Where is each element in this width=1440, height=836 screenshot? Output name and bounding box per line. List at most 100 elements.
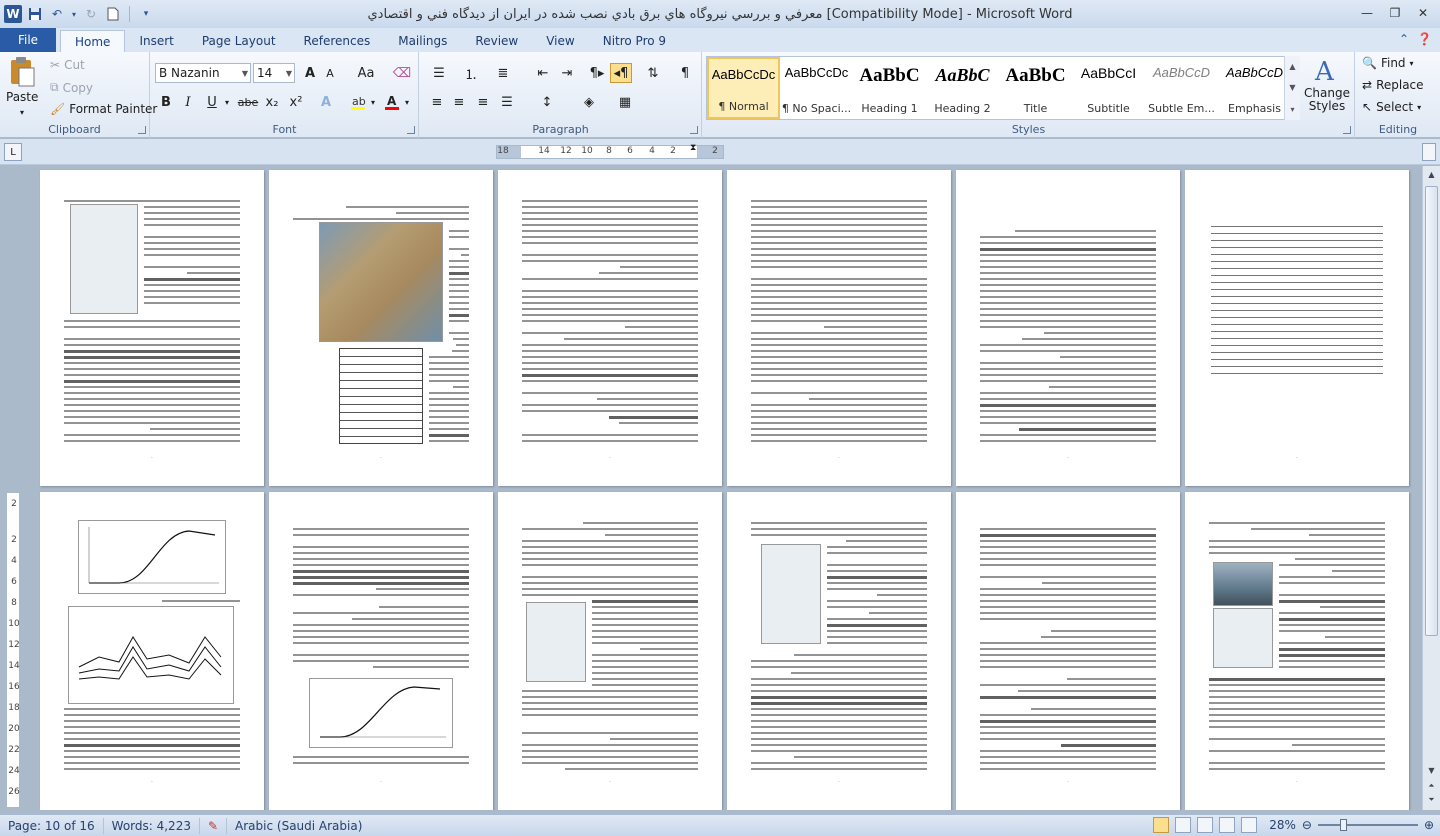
cut-button[interactable]: ✂ Cut	[50, 58, 85, 72]
proofing-icon[interactable]: ✎	[200, 817, 228, 834]
tab-selector-button[interactable]: L	[4, 143, 22, 161]
font-launcher-icon[interactable]	[407, 126, 415, 134]
font-color-icon[interactable]: A	[381, 92, 403, 112]
paste-dropdown-icon[interactable]: ▾	[20, 108, 24, 117]
style-title[interactable]: AaBbC Title	[999, 57, 1072, 119]
select-button[interactable]: ↖ Select ▾	[1362, 100, 1421, 114]
show-formatting-icon[interactable]: ¶	[674, 63, 696, 83]
indent-marker-icon[interactable]: ⧗	[690, 143, 696, 153]
format-painter-button[interactable]: 🖌 Format Painter	[50, 102, 157, 116]
sort-icon[interactable]: ⇅	[642, 63, 664, 83]
gallery-down-icon[interactable]: ▼	[1289, 83, 1295, 92]
multilevel-list-icon[interactable]: ≣	[492, 63, 514, 83]
decrease-indent-icon[interactable]: ⇤	[532, 63, 554, 83]
copy-button[interactable]: ⧉ Copy	[50, 80, 93, 95]
style-no-spacing[interactable]: AaBbCcDc ¶ No Spaci...	[780, 57, 853, 119]
draft-view-button[interactable]	[1241, 817, 1258, 833]
align-right-icon[interactable]: ≡	[472, 92, 494, 112]
document-page[interactable]: ·	[498, 170, 722, 486]
close-icon[interactable]: ✕	[1410, 3, 1436, 23]
full-screen-view-button[interactable]	[1175, 817, 1192, 833]
style-subtitle[interactable]: AaBbCcI Subtitle	[1072, 57, 1145, 119]
shading-icon[interactable]: ◈	[578, 92, 600, 112]
minimize-ribbon-icon[interactable]: ⌃	[1399, 32, 1409, 46]
document-page[interactable]: ·	[727, 170, 951, 486]
view-ruler-button[interactable]	[1422, 143, 1436, 161]
highlight-dropdown-icon[interactable]: ▾	[371, 98, 375, 107]
zoom-slider-knob[interactable]	[1339, 819, 1347, 831]
align-left-icon[interactable]: ≡	[426, 92, 448, 112]
word-app-icon[interactable]: W	[4, 5, 22, 23]
style-normal[interactable]: AaBbCcDc ¶ Normal	[707, 57, 780, 119]
minimize-icon[interactable]: —	[1354, 3, 1380, 23]
paste-button[interactable]: Paste	[6, 56, 38, 104]
zoom-level[interactable]: 28%	[1269, 818, 1296, 832]
undo-icon[interactable]: ↶	[48, 5, 66, 23]
underline-button[interactable]: U	[201, 92, 223, 112]
subscript-button[interactable]: x₂	[261, 92, 283, 112]
document-page[interactable]: ·	[269, 492, 493, 810]
rtl-direction-icon[interactable]: ◂¶	[610, 63, 632, 83]
grow-font-button[interactable]: A	[299, 63, 321, 83]
gallery-up-icon[interactable]: ▲	[1289, 62, 1295, 71]
document-page[interactable]: ·	[727, 492, 951, 810]
tab-mailings[interactable]: Mailings	[384, 30, 461, 52]
bold-button[interactable]: B	[155, 92, 177, 112]
style-heading-1[interactable]: AaBbC Heading 1	[853, 57, 926, 119]
document-page[interactable]: ·	[1185, 170, 1409, 486]
tab-page-layout[interactable]: Page Layout	[188, 30, 290, 52]
print-layout-view-button[interactable]	[1153, 817, 1170, 833]
tab-references[interactable]: References	[290, 30, 385, 52]
tab-nitro-pro[interactable]: Nitro Pro 9	[589, 30, 680, 52]
tab-file[interactable]: File	[0, 28, 56, 52]
tab-insert[interactable]: Insert	[125, 30, 187, 52]
tab-home[interactable]: Home	[60, 30, 126, 52]
replace-button[interactable]: ⇄ Replace	[1362, 78, 1424, 92]
change-styles-button[interactable]: A Change Styles	[1304, 56, 1350, 113]
style-emphasis[interactable]: AaBbCcD Emphasis	[1218, 57, 1291, 119]
page-indicator[interactable]: Page: 10 of 16	[0, 817, 104, 834]
borders-icon[interactable]: ▦	[614, 92, 636, 112]
zoom-out-icon[interactable]: ⊖	[1302, 818, 1312, 832]
vertical-scrollbar[interactable]: ▲ ▼ ⏶ ⏷	[1422, 166, 1440, 810]
next-page-icon[interactable]: ⏷	[1423, 792, 1440, 808]
document-page[interactable]: ·	[956, 170, 1180, 486]
paragraph-launcher-icon[interactable]	[690, 126, 698, 134]
highlight-icon[interactable]: ab	[347, 92, 369, 112]
text-effects-icon[interactable]: A	[315, 92, 337, 112]
document-area[interactable]: · · · · · · · · · · · ·	[24, 166, 1422, 810]
scroll-down-icon[interactable]: ▼	[1423, 762, 1440, 778]
change-case-button[interactable]: Aa	[351, 63, 381, 83]
vertical-ruler[interactable]: 2 2 4 6 8 10 12 14 16 18 20 22 24 26	[6, 492, 20, 808]
font-size-combo[interactable]: 14 ▼	[253, 63, 295, 83]
help-icon[interactable]: ❓	[1417, 32, 1432, 46]
outline-view-button[interactable]	[1219, 817, 1236, 833]
superscript-button[interactable]: x²	[285, 92, 307, 112]
bullets-icon[interactable]: ☰	[428, 63, 450, 83]
document-page[interactable]: ·	[40, 492, 264, 810]
style-subtle-emphasis[interactable]: AaBbCcD Subtle Em...	[1145, 57, 1218, 119]
restore-icon[interactable]: ❐	[1382, 3, 1408, 23]
clipboard-launcher-icon[interactable]	[138, 126, 146, 134]
numbering-icon[interactable]: ⒈	[460, 63, 482, 83]
document-page[interactable]: ·	[1185, 492, 1409, 810]
gallery-more-icon[interactable]: ▾	[1290, 105, 1294, 114]
increase-indent-icon[interactable]: ⇥	[556, 63, 578, 83]
zoom-slider[interactable]	[1317, 819, 1418, 831]
align-center-icon[interactable]: ≡	[448, 92, 470, 112]
scroll-thumb[interactable]	[1425, 186, 1438, 636]
ltr-direction-icon[interactable]: ¶▸	[586, 63, 608, 83]
find-button[interactable]: 🔍 Find ▾	[1362, 56, 1414, 70]
horizontal-ruler[interactable]: 18 14 12 10 8 6 4 2 2 ⧗	[496, 143, 724, 159]
word-count[interactable]: Words: 4,223	[104, 817, 200, 834]
customize-qat-icon[interactable]: ▾	[137, 5, 155, 23]
tab-review[interactable]: Review	[461, 30, 532, 52]
undo-dropdown-icon[interactable]: ▾	[70, 5, 78, 23]
document-page[interactable]: ·	[956, 492, 1180, 810]
styles-launcher-icon[interactable]	[1343, 126, 1351, 134]
line-spacing-icon[interactable]: ↕	[536, 92, 558, 112]
scroll-up-icon[interactable]: ▲	[1423, 166, 1440, 182]
shrink-font-button[interactable]: A	[319, 63, 341, 83]
zoom-in-icon[interactable]: ⊕	[1424, 818, 1434, 832]
web-layout-view-button[interactable]	[1197, 817, 1214, 833]
